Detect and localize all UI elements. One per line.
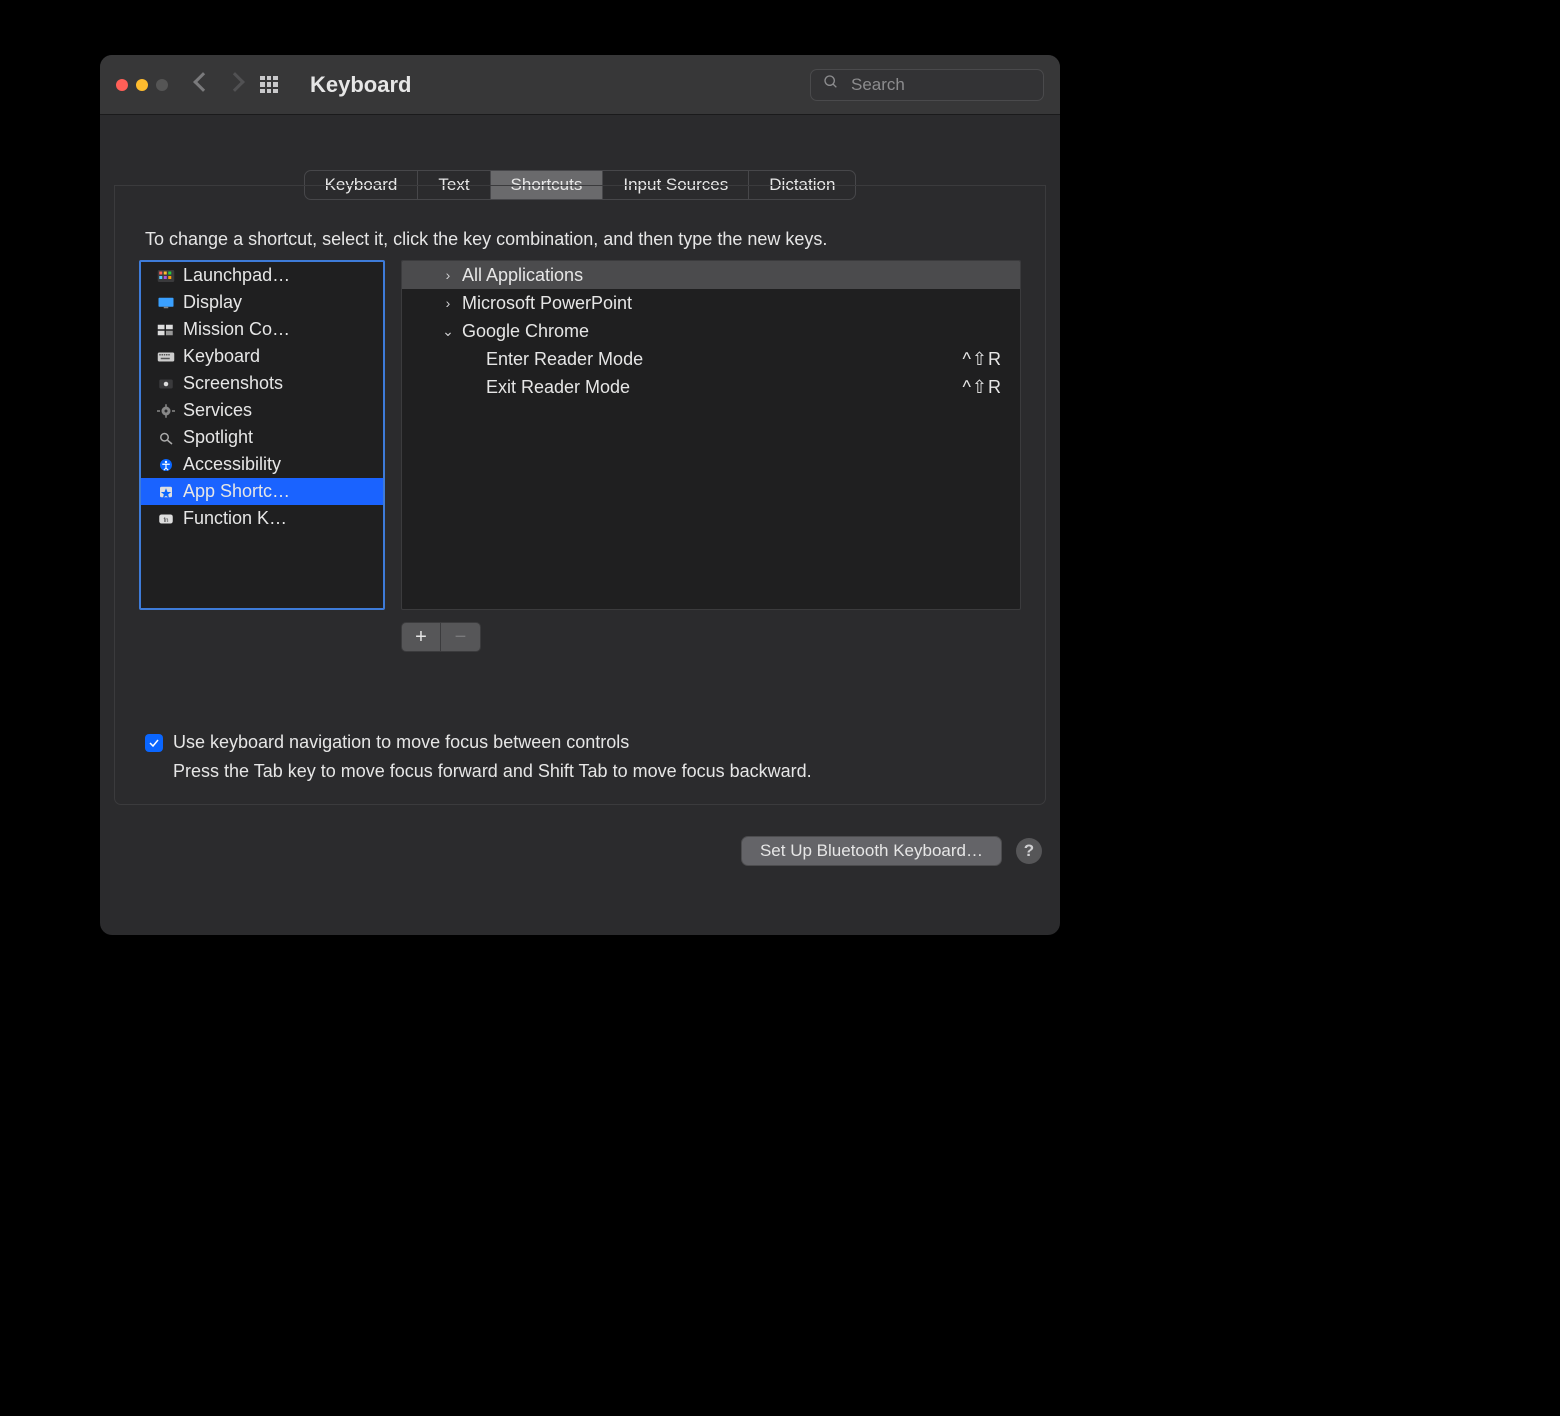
category-list[interactable]: Launchpad… Display Mission Co… Keyboard Scre…	[139, 260, 385, 610]
close-button[interactable]	[116, 79, 128, 91]
category-label: Keyboard	[183, 346, 260, 367]
search-icon	[823, 74, 839, 95]
shortcuts-pane: To change a shortcut, select it, click t…	[114, 185, 1046, 805]
function-keys-icon: fn	[157, 512, 175, 526]
category-label: Function K…	[183, 508, 287, 529]
window-title: Keyboard	[310, 72, 411, 98]
category-launchpad[interactable]: Launchpad…	[141, 262, 383, 289]
search-input[interactable]	[849, 74, 1031, 96]
shortcut-group-label: Google Chrome	[462, 321, 589, 342]
category-display[interactable]: Display	[141, 289, 383, 316]
mission-control-icon	[157, 323, 175, 337]
svg-text:fn: fn	[163, 518, 168, 524]
category-spotlight[interactable]: Spotlight	[141, 424, 383, 451]
shortcut-group[interactable]: › All Applications	[402, 261, 1020, 289]
keyboard-nav-subtext: Press the Tab key to move focus forward …	[173, 761, 1021, 782]
category-label: App Shortc…	[183, 481, 290, 502]
category-label: Screenshots	[183, 373, 283, 394]
add-remove-toolbar: + −	[401, 622, 1021, 652]
app-shortcuts-icon	[157, 485, 175, 499]
category-label: Launchpad…	[183, 265, 290, 286]
shortcut-item-combo[interactable]: ^⇧R	[962, 349, 1002, 370]
accessibility-icon	[157, 458, 175, 472]
preferences-window: Keyboard KeyboardTextShortcutsInput Sour…	[100, 55, 1060, 935]
window-controls	[116, 79, 168, 91]
search-field[interactable]	[810, 69, 1044, 101]
keyboard-nav-checkbox-row: Use keyboard navigation to move focus be…	[145, 732, 1021, 753]
category-screenshots[interactable]: Screenshots	[141, 370, 383, 397]
category-label: Display	[183, 292, 242, 313]
shortcut-group-label: Microsoft PowerPoint	[462, 293, 632, 314]
category-label: Spotlight	[183, 427, 253, 448]
shortcut-group-label: All Applications	[462, 265, 583, 286]
category-label: Mission Co…	[183, 319, 290, 340]
bluetooth-keyboard-button[interactable]: Set Up Bluetooth Keyboard…	[741, 836, 1002, 866]
shortcut-list[interactable]: › All Applications › Microsoft PowerPoint ⌄ G…	[401, 260, 1021, 610]
add-button[interactable]: +	[401, 622, 441, 652]
shortcut-item[interactable]: Exit Reader Mode ^⇧R	[402, 373, 1020, 401]
category-mission-co[interactable]: Mission Co…	[141, 316, 383, 343]
shortcut-item-combo[interactable]: ^⇧R	[962, 377, 1002, 398]
shortcut-item-label: Exit Reader Mode	[486, 377, 630, 398]
spotlight-icon	[157, 431, 175, 445]
help-button[interactable]: ?	[1016, 838, 1042, 864]
zoom-button[interactable]	[156, 79, 168, 91]
services-icon	[157, 404, 175, 418]
keyboard-nav-checkbox[interactable]	[145, 734, 163, 752]
shortcut-item-label: Enter Reader Mode	[486, 349, 643, 370]
category-function-k[interactable]: fn Function K…	[141, 505, 383, 532]
remove-button[interactable]: −	[441, 622, 481, 652]
shortcut-item[interactable]: Enter Reader Mode ^⇧R	[402, 345, 1020, 373]
category-services[interactable]: Services	[141, 397, 383, 424]
show-all-button[interactable]	[260, 76, 278, 94]
category-label: Services	[183, 400, 252, 421]
shortcut-group[interactable]: › Microsoft PowerPoint	[402, 289, 1020, 317]
bottom-bar: Set Up Bluetooth Keyboard… ?	[100, 820, 1060, 884]
nav-buttons	[196, 75, 242, 94]
keyboard-nav-label: Use keyboard navigation to move focus be…	[173, 732, 629, 753]
category-app-shortc[interactable]: App Shortc…	[141, 478, 383, 505]
back-button[interactable]	[196, 75, 210, 94]
keyboard-icon	[157, 350, 175, 364]
titlebar: Keyboard	[100, 55, 1060, 115]
launchpad-icon	[157, 269, 175, 283]
screenshots-icon	[157, 377, 175, 391]
minimize-button[interactable]	[136, 79, 148, 91]
chevron-right-icon[interactable]: ›	[442, 295, 454, 311]
chevron-right-icon[interactable]: ›	[442, 267, 454, 283]
category-label: Accessibility	[183, 454, 281, 475]
category-keyboard[interactable]: Keyboard	[141, 343, 383, 370]
shortcut-group[interactable]: ⌄ Google Chrome	[402, 317, 1020, 345]
instruction-text: To change a shortcut, select it, click t…	[145, 229, 1021, 250]
display-icon	[157, 296, 175, 310]
forward-button	[228, 75, 242, 94]
chevron-down-icon[interactable]: ⌄	[442, 323, 454, 340]
category-accessibility[interactable]: Accessibility	[141, 451, 383, 478]
